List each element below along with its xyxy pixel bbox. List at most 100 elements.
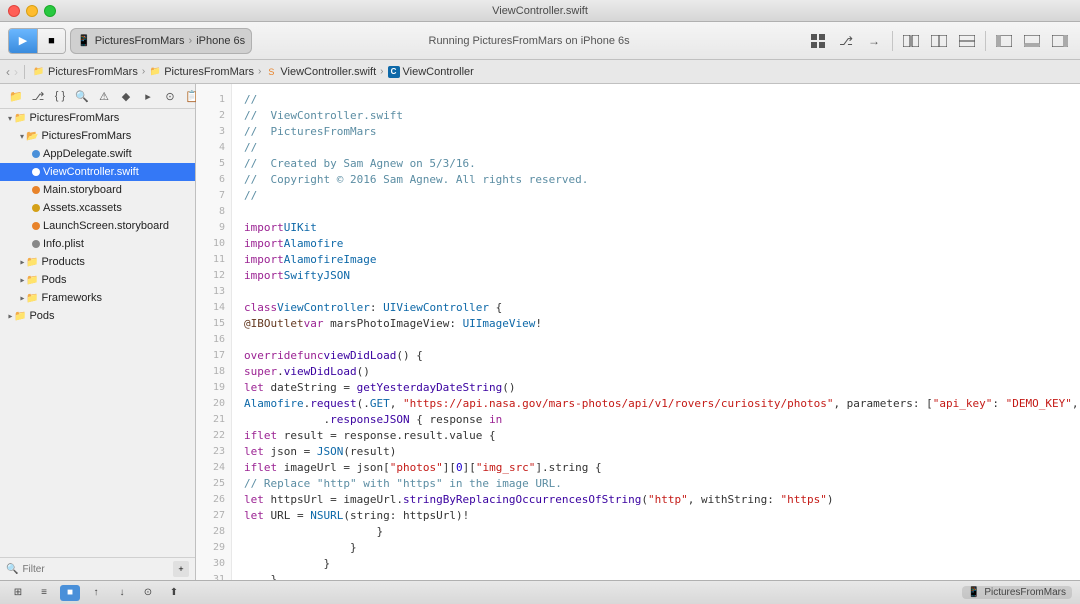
line-num-30: 30: [196, 556, 231, 572]
version-editor-button[interactable]: [955, 29, 979, 53]
folder-nav-icon[interactable]: 📁: [8, 88, 24, 104]
triangle-pods-icon: ▾: [18, 278, 27, 282]
editor-content[interactable]: 1 2 3 4 5 6 7 8 9 10 11 12 13 14 15 16 1…: [196, 84, 1080, 580]
hide-debug-button[interactable]: [1020, 29, 1044, 53]
code-line-9: import UIKit: [244, 220, 1080, 236]
navigator-toggle-button[interactable]: ■: [60, 585, 80, 601]
minimize-button[interactable]: [26, 5, 38, 17]
symbol-nav-icon[interactable]: { }: [52, 88, 68, 104]
line-num-4: 4: [196, 140, 231, 156]
breadcrumb-item-3[interactable]: S ViewController.swift: [265, 66, 376, 78]
close-button[interactable]: [8, 5, 20, 17]
test-nav-icon[interactable]: ◆: [118, 88, 134, 104]
source-control-icon[interactable]: ⎇: [30, 88, 46, 104]
main-area: 📁 ⎇ { } 🔍 ⚠ ◆ ▸ ⊙ 📋 ▾ 📁 PicturesFromMars…: [0, 84, 1080, 580]
sidebar-label-frameworks: Frameworks: [41, 292, 102, 304]
breadcrumb-sep-2: ›: [258, 66, 261, 77]
code-line-7: //: [244, 188, 1080, 204]
toolbar: ▶ ■ 📱 PicturesFromMars › iPhone 6s Runni…: [0, 22, 1080, 60]
hide-inspector-button[interactable]: [1048, 29, 1072, 53]
navigator-button[interactable]: ⎇: [834, 29, 858, 53]
line-num-21: 21: [196, 412, 231, 428]
sidebar-item-products[interactable]: ▾ 📁 Products: [0, 253, 195, 271]
hide-navigator-button[interactable]: [992, 29, 1016, 53]
sidebar-item-pods-root[interactable]: ▾ 📁 Pods: [0, 307, 195, 325]
grid-view-button[interactable]: [806, 29, 830, 53]
code-line-28: }: [244, 524, 1080, 540]
prev-issue-button[interactable]: ↑: [86, 585, 106, 601]
code-line-13: [244, 284, 1080, 300]
next-issue-button[interactable]: ↓: [112, 585, 132, 601]
line-num-29: 29: [196, 540, 231, 556]
line-num-18: 18: [196, 364, 231, 380]
code-line-10: import Alamofire: [244, 236, 1080, 252]
forward-button[interactable]: →: [862, 29, 886, 53]
code-line-14: class ViewController: UIViewController {: [244, 300, 1080, 316]
hide-nav-icon: [996, 35, 1012, 47]
line-num-13: 13: [196, 284, 231, 300]
breadcrumb-item-4[interactable]: C ViewController: [388, 66, 474, 78]
breadcrumb-item-2[interactable]: 📁 PicturesFromMars: [149, 66, 254, 78]
maximize-button[interactable]: [44, 5, 56, 17]
bottom-left: ⊞ ≡ ■ ↑ ↓ ⊙ ⬆: [8, 585, 954, 601]
assistant-editor-button[interactable]: [927, 29, 951, 53]
split-editor-button[interactable]: [899, 29, 923, 53]
frameworks-folder-icon: 📁: [26, 293, 38, 304]
sidebar-item-infoplist[interactable]: Info.plist: [0, 235, 195, 253]
sidebar-item-pods-group[interactable]: ▾ 📁 Pods: [0, 271, 195, 289]
line-num-8: 8: [196, 204, 231, 220]
nav-arrows: ‹ ›: [0, 65, 25, 79]
code-line-22: if let result = response.result.value {: [244, 428, 1080, 444]
sidebar-item-project[interactable]: ▾ 📁 PicturesFromMars: [0, 109, 195, 127]
line-num-7: 7: [196, 188, 231, 204]
sidebar-item-appdelegate[interactable]: AppDelegate.swift: [0, 145, 195, 163]
sidebar-filter-input[interactable]: [22, 564, 169, 575]
titlebar: ViewController.swift: [0, 0, 1080, 22]
activity-monitor-button[interactable]: ⊞: [8, 585, 28, 601]
add-file-button[interactable]: +: [173, 561, 189, 577]
sidebar-header: 📁 ⎇ { } 🔍 ⚠ ◆ ▸ ⊙ 📋: [0, 84, 195, 109]
hierarchy-button[interactable]: ≡: [34, 585, 54, 601]
breakpoint-nav-icon[interactable]: ⊙: [162, 88, 178, 104]
line-num-25: 25: [196, 476, 231, 492]
breakpoints-button[interactable]: ⊙: [138, 585, 158, 601]
line-num-16: 16: [196, 332, 231, 348]
debug-nav-icon[interactable]: ▸: [140, 88, 156, 104]
line-num-26: 26: [196, 492, 231, 508]
sidebar-item-assets[interactable]: Assets.xcassets: [0, 199, 195, 217]
line-num-17: 17: [196, 348, 231, 364]
run-button[interactable]: ▶: [9, 29, 37, 53]
breadcrumb-item-1[interactable]: 📁 PicturesFromMars: [33, 66, 138, 78]
code-line-29: }: [244, 540, 1080, 556]
search-icon: 🔍: [6, 564, 18, 575]
sidebar-item-frameworks[interactable]: ▾ 📁 Frameworks: [0, 289, 195, 307]
forward-arrow: ›: [14, 65, 18, 79]
code-line-31: }: [244, 572, 1080, 580]
code-area[interactable]: //// ViewController.swift// PicturesFrom…: [232, 84, 1080, 580]
sidebar-item-mainstoryboard[interactable]: Main.storyboard: [0, 181, 195, 199]
sidebar-item-launchscreen[interactable]: LaunchScreen.storyboard: [0, 217, 195, 235]
line-num-24: 24: [196, 460, 231, 476]
code-line-8: [244, 204, 1080, 220]
sidebar-label-mainstoryboard: Main.storyboard: [43, 184, 122, 196]
assets-dot-icon: [32, 204, 40, 212]
back-arrow[interactable]: ‹: [6, 65, 10, 79]
sidebar-item-group[interactable]: ▾ 📂 PicturesFromMars: [0, 127, 195, 145]
sidebar-item-viewcontroller[interactable]: ViewController.swift: [0, 163, 195, 181]
line-num-1: 1: [196, 92, 231, 108]
code-line-12: import SwiftyJSON: [244, 268, 1080, 284]
stop-button[interactable]: ■: [37, 29, 65, 53]
issue-nav-icon[interactable]: ⚠: [96, 88, 112, 104]
line-num-23: 23: [196, 444, 231, 460]
code-line-6: // Copyright © 2016 Sam Agnew. All right…: [244, 172, 1080, 188]
window-controls[interactable]: [8, 5, 56, 17]
scheme-selector[interactable]: 📱 PicturesFromMars › iPhone 6s: [70, 28, 252, 54]
sidebar-label-pods-group: Pods: [41, 274, 66, 286]
triangle-icon-2: ▾: [20, 132, 24, 141]
line-num-31: 31: [196, 572, 231, 580]
share-button[interactable]: ⬆: [164, 585, 184, 601]
find-nav-icon[interactable]: 🔍: [74, 88, 90, 104]
triangle-frameworks-icon: ▾: [18, 296, 27, 300]
code-line-1: //: [244, 92, 1080, 108]
sidebar: 📁 ⎇ { } 🔍 ⚠ ◆ ▸ ⊙ 📋 ▾ 📁 PicturesFromMars…: [0, 84, 196, 580]
